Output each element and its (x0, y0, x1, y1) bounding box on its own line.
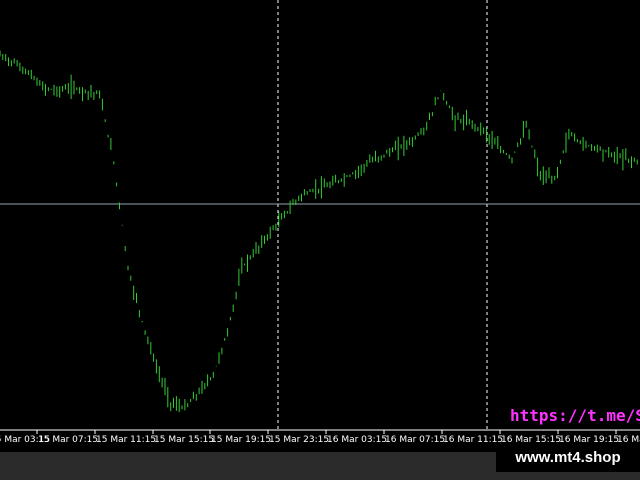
x-tick-label: 15 Mar 15:15 (154, 435, 214, 445)
x-tick-label: 15 Mar 19:15 (211, 435, 271, 445)
x-tick-label: 16 Mar 03:15 (327, 435, 387, 445)
x-tick-label: 16 Mar 11:15 (443, 435, 503, 445)
telegram-url-text[interactable]: https://t.me/SJ_S (510, 406, 640, 425)
x-tick-label: 15 Mar 07:15 (38, 435, 98, 445)
x-tick-label: 15 Mar 23:15 (269, 435, 329, 445)
x-tick-label: 16 Mar 07:15 (385, 435, 445, 445)
watermark: www.mt4.shop (496, 442, 640, 472)
x-tick-label: 15 Mar 11:15 (96, 435, 156, 445)
